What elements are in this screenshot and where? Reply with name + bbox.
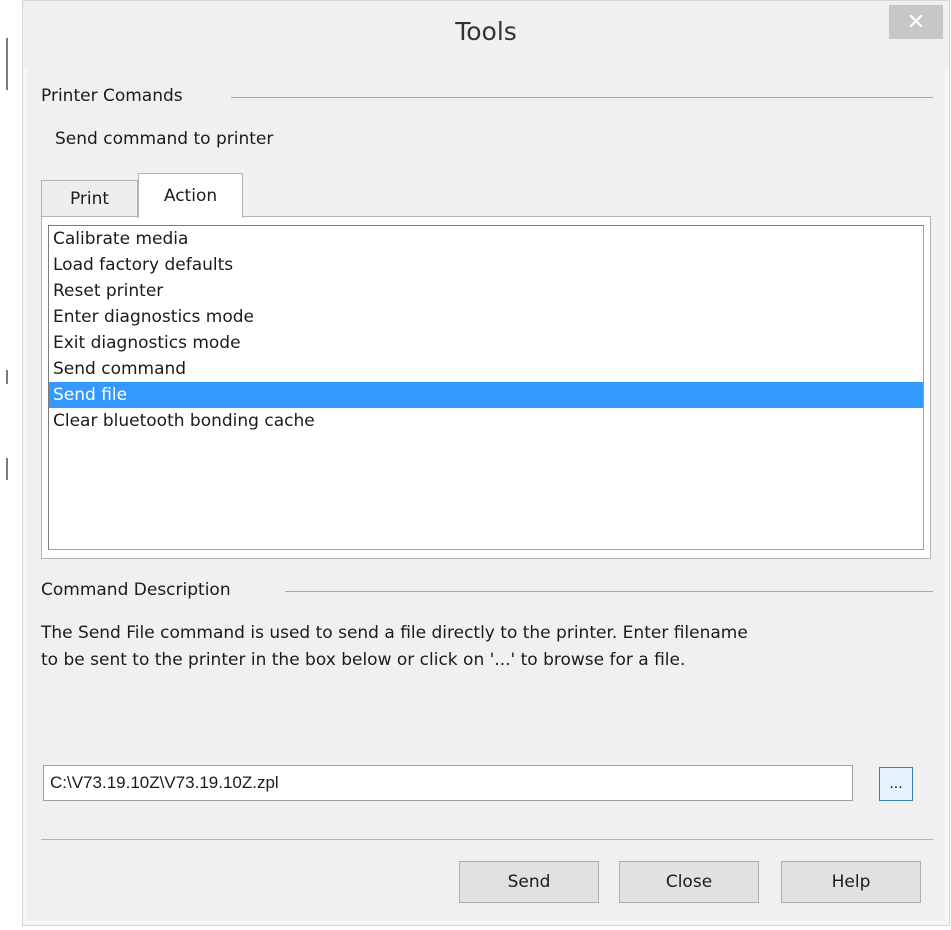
send-button[interactable]: Send (459, 861, 599, 903)
background-artifact (6, 370, 8, 384)
background-artifact (6, 458, 8, 480)
close-icon: ✕ (906, 9, 926, 35)
list-item-selected[interactable]: Send file (49, 382, 923, 408)
browse-button[interactable]: ... (879, 767, 913, 801)
close-window-button[interactable]: ✕ (889, 5, 943, 39)
tools-dialog: Tools ✕ Printer Comands Send command to … (22, 0, 950, 926)
list-item[interactable]: Send command (49, 356, 923, 382)
button-row-divider (41, 839, 933, 840)
description-line-1: The Send File command is used to send a … (41, 623, 748, 643)
tab-action[interactable]: Action (138, 173, 243, 218)
list-item[interactable]: Exit diagnostics mode (49, 330, 923, 356)
command-description-text: The Send File command is used to send a … (41, 620, 937, 674)
background-artifact (6, 38, 8, 90)
command-description-divider (285, 591, 933, 592)
list-item[interactable]: Reset printer (49, 278, 923, 304)
title-bar: Tools ✕ (23, 1, 949, 69)
dialog-body: Printer Comands Send command to printer … (27, 69, 945, 921)
printer-commands-label: Printer Comands (41, 86, 183, 106)
tab-print[interactable]: Print (41, 180, 138, 217)
list-item[interactable]: Calibrate media (49, 226, 923, 252)
tab-action-label: Action (163, 186, 218, 206)
tab-panel-action: Calibrate media Load factory defaults Re… (41, 216, 931, 559)
list-item[interactable]: Clear bluetooth bonding cache (49, 408, 923, 434)
help-button[interactable]: Help (781, 861, 921, 903)
printer-commands-divider (231, 97, 933, 98)
window-title: Tools (455, 17, 517, 46)
file-path-input[interactable] (43, 765, 853, 801)
description-line-2: to be sent to the printer in the box bel… (41, 650, 686, 670)
action-listbox[interactable]: Calibrate media Load factory defaults Re… (48, 225, 924, 550)
list-item[interactable]: Load factory defaults (49, 252, 923, 278)
printer-commands-subtitle: Send command to printer (55, 129, 274, 149)
command-description-label: Command Description (41, 580, 231, 600)
tab-print-label: Print (69, 189, 110, 209)
list-item[interactable]: Enter diagnostics mode (49, 304, 923, 330)
close-button[interactable]: Close (619, 861, 759, 903)
